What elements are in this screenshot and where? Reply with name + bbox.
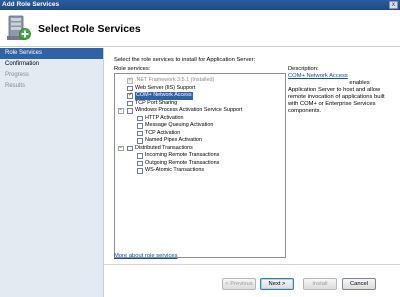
service-label: TCP Port Sharing: [135, 99, 178, 106]
service-checkbox[interactable]: [137, 138, 143, 144]
service-label: HTTP Activation: [145, 114, 184, 121]
wizard-header: Select Role Services: [0, 10, 400, 47]
service-checkbox[interactable]: [137, 160, 143, 166]
description-service-link[interactable]: COM+ Network Access: [288, 73, 392, 80]
tree-collapse-icon[interactable]: −: [118, 108, 124, 114]
tree-row[interactable]: Outgoing Remote Transactions: [115, 160, 285, 168]
service-label: Outgoing Remote Transactions: [145, 159, 220, 166]
service-label: Message Queuing Activation: [145, 122, 214, 128]
description-label: Description:: [288, 66, 319, 72]
tree-row[interactable]: .NET Framework 3.5.1 (Installed): [115, 77, 285, 85]
tree-row[interactable]: Web Server (IIS) Support: [115, 85, 285, 93]
service-label: Incoming Remote Transactions: [145, 152, 220, 158]
service-checkbox[interactable]: [127, 145, 133, 151]
service-checkbox[interactable]: [137, 123, 143, 129]
service-label: TCP Activation: [145, 129, 181, 136]
main-content: Select the role services to install for …: [104, 48, 400, 297]
instruction-text: Select the role services to install for …: [114, 57, 256, 63]
role-services-label: Role services:: [114, 66, 151, 72]
service-label: WS-Atomic Transactions: [145, 167, 205, 173]
previous-button[interactable]: < Previous: [222, 278, 256, 290]
tree-row[interactable]: − Distributed Transactions: [115, 145, 285, 153]
role-services-tree[interactable]: .NET Framework 3.5.1 (Installed)Web Serv…: [114, 73, 286, 258]
tree-row[interactable]: Named Pipes Activation: [115, 137, 285, 145]
tree-row[interactable]: WS-Atomic Transactions: [115, 167, 285, 175]
tree-row[interactable]: TCP Activation: [115, 130, 285, 138]
tree-row[interactable]: Message Queuing Activation: [115, 122, 285, 130]
tree-row[interactable]: − Windows Process Activation Service Supp…: [115, 107, 285, 115]
tree-row[interactable]: Incoming Remote Transactions: [115, 152, 285, 160]
next-button[interactable]: Next >: [260, 278, 294, 290]
service-checkbox[interactable]: [137, 168, 143, 174]
service-checkbox[interactable]: [127, 108, 133, 114]
wizard-steps-sidebar: Role Services Confirmation Progress Resu…: [0, 48, 104, 297]
footer-divider: [104, 264, 400, 265]
title-bar: Add Role Services x: [0, 0, 400, 10]
install-button[interactable]: Install: [303, 278, 337, 290]
service-checkbox[interactable]: [127, 85, 133, 91]
service-checkbox[interactable]: [127, 100, 133, 106]
service-checkbox[interactable]: [137, 130, 143, 136]
service-label: Distributed Transactions: [135, 144, 193, 151]
service-checkbox[interactable]: [127, 92, 133, 99]
step-progress: Progress: [5, 72, 30, 78]
tree-row[interactable]: HTTP Activation: [115, 115, 285, 123]
tree-row[interactable]: TCP Port Sharing: [115, 100, 285, 108]
server-add-role-icon: [7, 15, 31, 40]
tree-collapse-icon[interactable]: −: [118, 145, 124, 151]
window-title: Add Role Services: [2, 1, 60, 8]
step-role-services[interactable]: Role Services: [0, 48, 103, 59]
service-label: COM+ Network Access: [135, 92, 193, 100]
service-checkbox[interactable]: [137, 153, 143, 159]
service-checkbox[interactable]: [137, 115, 143, 121]
description-body: enables Application Server to host and a…: [288, 80, 385, 114]
page-title: Select Role Services: [38, 23, 141, 35]
step-confirmation[interactable]: Confirmation: [0, 59, 103, 70]
description-text: COM+ Network Access enables Application …: [288, 80, 394, 115]
tree-row[interactable]: COM+ Network Access: [115, 92, 285, 100]
step-results: Results: [5, 83, 26, 89]
service-label: Web Server (IIS) Support: [135, 84, 196, 91]
service-checkbox: [127, 77, 133, 84]
service-label: Windows Process Activation Service Suppo…: [135, 107, 243, 113]
service-label: .NET Framework 3.5.1 (Installed): [135, 77, 215, 83]
more-about-role-services-link[interactable]: More about role services: [114, 253, 177, 259]
service-label: Named Pipes Activation: [145, 137, 202, 143]
close-button[interactable]: x: [389, 1, 398, 9]
cancel-button[interactable]: Cancel: [342, 278, 376, 290]
